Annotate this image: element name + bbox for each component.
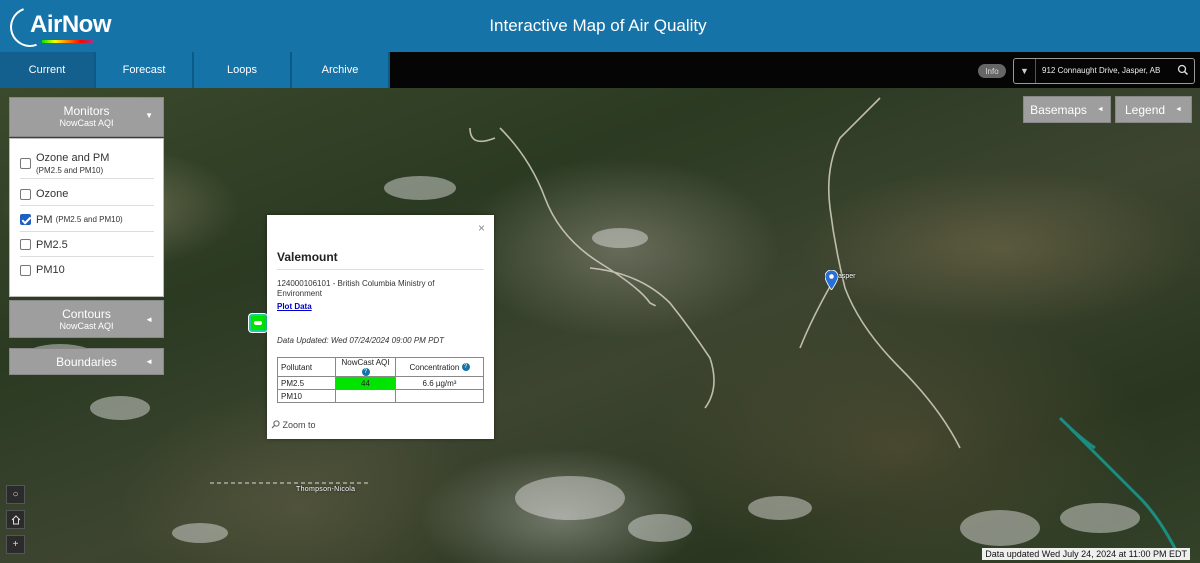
option-ozone-pm-text: Ozone and PM (PM2.5 and PM10) bbox=[36, 152, 109, 176]
contours-panel-header[interactable]: Contours NowCast AQI ◄ bbox=[9, 300, 164, 338]
col-concentration-label: Concentration bbox=[409, 362, 460, 372]
monitors-panel-header[interactable]: Monitors NowCast AQI ▼ bbox=[9, 97, 164, 137]
chevron-down-icon[interactable]: ▼ bbox=[1014, 59, 1036, 83]
popup-divider bbox=[277, 269, 484, 270]
search-icon[interactable] bbox=[1176, 63, 1190, 77]
col-concentration: Concentration ? bbox=[395, 357, 484, 377]
zoom-to-label: Zoom to bbox=[282, 420, 316, 430]
boundaries-title: Boundaries bbox=[56, 355, 117, 369]
tab-loops[interactable]: Loops bbox=[194, 52, 292, 88]
app-header: AirNow Interactive Map of Air Quality bbox=[0, 0, 1200, 54]
plot-data-link[interactable]: Plot Data bbox=[277, 302, 312, 311]
popup-updated: Data Updated: Wed 07/24/2024 09:00 PM PD… bbox=[277, 336, 445, 345]
col-aqi: NowCast AQI ? bbox=[335, 357, 396, 377]
option-pm25[interactable]: PM2.5 bbox=[20, 233, 154, 257]
cell-concentration bbox=[395, 389, 484, 403]
cell-aqi bbox=[335, 389, 396, 403]
tab-current[interactable]: Current bbox=[0, 52, 96, 88]
col-pollutant: Pollutant bbox=[277, 357, 336, 377]
legend-label: Legend bbox=[1125, 102, 1166, 117]
map-terrain bbox=[22, 97, 1182, 559]
location-search[interactable]: ▼ 912 Connaught Drive, Jasper, AB bbox=[1013, 58, 1195, 84]
monitors-subtitle: NowCast AQI bbox=[59, 118, 114, 128]
info-button[interactable]: Info bbox=[978, 64, 1006, 78]
cell-pollutant: PM2.5 bbox=[277, 376, 336, 390]
site-popup: × Valemount 124000106101 - British Colum… bbox=[267, 215, 494, 439]
close-icon[interactable]: × bbox=[478, 221, 485, 235]
logo-color-bar bbox=[42, 40, 94, 43]
checkbox-ozone-pm[interactable] bbox=[20, 158, 31, 169]
tab-forecast[interactable]: Forecast bbox=[96, 52, 194, 88]
option-ozone-pm[interactable]: Ozone and PM (PM2.5 and PM10) bbox=[20, 149, 154, 179]
caret-left-icon: ◄ bbox=[1096, 106, 1104, 113]
checkbox-pm10[interactable] bbox=[20, 264, 31, 276]
monitors-title: Monitors bbox=[63, 104, 110, 118]
option-ozone[interactable]: Ozone bbox=[20, 183, 154, 206]
data-updated-timestamp: Data updated Wed July 24, 2024 at 11:00 … bbox=[982, 548, 1190, 560]
monitors-options: Ozone and PM (PM2.5 and PM10) Ozone PM (P… bbox=[9, 138, 164, 297]
option-label: PM10 bbox=[36, 264, 65, 276]
option-label: Ozone bbox=[36, 188, 69, 200]
zoom-in-icon[interactable]: + bbox=[6, 535, 25, 554]
tab-archive[interactable]: Archive bbox=[292, 52, 390, 88]
caret-left-icon: ◄ bbox=[1175, 106, 1182, 113]
basemaps-label: Basemaps bbox=[1030, 102, 1087, 117]
magnifier-icon bbox=[271, 420, 280, 429]
cell-pollutant: PM10 bbox=[277, 389, 336, 403]
region-label: Thompson-Nicola bbox=[296, 486, 356, 493]
col-aqi-label: NowCast AQI bbox=[341, 358, 390, 367]
boundaries-panel-header[interactable]: Boundaries ◄ bbox=[9, 348, 164, 375]
caret-left-icon: ◄ bbox=[145, 357, 153, 366]
checkbox-pm[interactable] bbox=[20, 214, 31, 225]
zoom-to-link[interactable]: Zoom to bbox=[271, 420, 316, 430]
location-pin-icon[interactable] bbox=[825, 270, 838, 290]
home-glyph bbox=[11, 514, 20, 524]
option-sub: (PM2.5 and PM10) bbox=[55, 215, 123, 224]
pollutant-table: Pollutant NowCast AQI ? Concentration ? … bbox=[277, 357, 484, 403]
monitor-site-marker[interactable] bbox=[249, 314, 267, 332]
basemaps-button[interactable]: Basemaps ◄ bbox=[1023, 96, 1111, 123]
popup-title: Valemount bbox=[277, 250, 338, 264]
checkbox-pm25[interactable] bbox=[20, 239, 31, 250]
contours-subtitle: NowCast AQI bbox=[59, 321, 114, 331]
cell-concentration: 6.6 µg/m³ bbox=[395, 376, 484, 390]
help-icon[interactable]: ? bbox=[361, 367, 370, 376]
page-title: Interactive Map of Air Quality bbox=[489, 16, 707, 35]
table-row: PM10 bbox=[277, 389, 484, 403]
option-sub: (PM2.5 and PM10) bbox=[36, 165, 104, 175]
option-label: Ozone and PM bbox=[36, 151, 110, 164]
checkbox-ozone[interactable] bbox=[20, 188, 31, 200]
contours-title: Contours bbox=[62, 307, 111, 321]
help-icon[interactable]: ? bbox=[461, 363, 470, 372]
table-row: PM2.5 44 6.6 µg/m³ bbox=[277, 376, 484, 390]
satellite-map[interactable] bbox=[0, 88, 1200, 563]
table-header-row: Pollutant NowCast AQI ? Concentration ? bbox=[277, 357, 484, 377]
legend-button[interactable]: Legend ◄ bbox=[1115, 96, 1192, 123]
option-label: PM2.5 bbox=[36, 238, 68, 251]
caret-down-icon: ▼ bbox=[145, 111, 153, 120]
option-pm10[interactable]: PM10 bbox=[20, 258, 154, 282]
city-label: asper bbox=[838, 273, 856, 280]
cell-aqi: 44 bbox=[335, 376, 396, 390]
popup-site-info: 124000106101 - British Columbia Ministry… bbox=[277, 279, 435, 298]
option-label: PM bbox=[36, 213, 53, 226]
home-icon[interactable] bbox=[6, 510, 25, 529]
search-input[interactable]: 912 Connaught Drive, Jasper, AB bbox=[1042, 66, 1170, 75]
caret-left-icon: ◄ bbox=[145, 315, 153, 324]
locate-icon[interactable]: ○ bbox=[6, 485, 25, 504]
option-pm[interactable]: PM (PM2.5 and PM10) bbox=[20, 208, 154, 232]
